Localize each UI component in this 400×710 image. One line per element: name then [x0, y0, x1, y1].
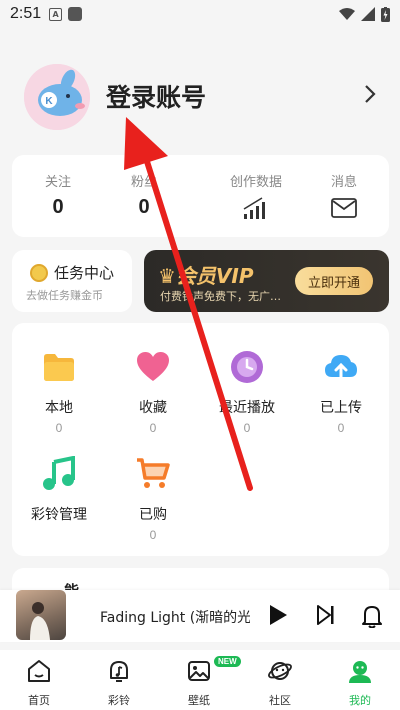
next-track-icon[interactable]	[316, 604, 336, 626]
tab-community[interactable]: 社区	[250, 658, 310, 708]
bottom-tab-bar: 首页 彩铃 壁纸 社区 我的	[0, 650, 400, 710]
tab-mine-label: 我的	[349, 694, 371, 707]
cover-figure-icon	[30, 602, 50, 640]
mascot-avatar-icon: K	[24, 64, 90, 130]
tab-ringtone-label: 彩铃	[108, 694, 130, 707]
music-note-icon	[43, 455, 75, 490]
task-center-card[interactable]: 任务中心 去做任务赚金币	[12, 250, 132, 312]
tab-ringtone[interactable]: 彩铃	[89, 658, 149, 708]
grid-label-favorites: 收藏	[139, 400, 167, 416]
bar-chart-icon	[243, 197, 265, 219]
grid-item-local[interactable]: 本地 0	[14, 349, 104, 435]
bell-icon[interactable]	[362, 604, 382, 628]
home-icon	[28, 660, 50, 682]
crown-icon: ♛	[158, 264, 176, 288]
stats-card: 关注 0 粉丝 0 创作数据 消息	[12, 155, 389, 237]
profile-header[interactable]: K 登录账号	[0, 58, 400, 138]
grid-count-uploaded: 0	[337, 421, 345, 435]
planet-icon	[268, 662, 292, 680]
task-center-title: 任务中心	[54, 264, 115, 282]
ringtone-icon	[110, 661, 128, 682]
following-count: 0	[52, 196, 64, 218]
fans-stat[interactable]: 粉丝 0	[126, 171, 162, 219]
vip-banner[interactable]: ♛会员VIP 付费铃声免费下，无广… 立即开通	[144, 250, 389, 312]
tab-community-label: 社区	[269, 694, 291, 707]
grid-count-purchased: 0	[149, 528, 157, 542]
vip-title: ♛会员VIP	[158, 264, 254, 288]
new-badge: NEW	[214, 656, 241, 667]
fans-count: 0	[138, 196, 150, 218]
library-grid-card: 本地 0 收藏 0 最近播放 0 已上传 0 彩铃管理 已购 0	[12, 323, 389, 556]
wifi-icon	[339, 8, 355, 20]
cart-icon	[137, 458, 170, 488]
tab-mine[interactable]: 我的	[330, 658, 390, 708]
grid-label-recent: 最近播放	[219, 400, 275, 416]
following-stat[interactable]: 关注 0	[40, 171, 76, 219]
status-time: 2:51	[10, 5, 42, 22]
mail-icon	[331, 198, 357, 218]
mini-player[interactable]: Fading Light (渐暗的光)-	[0, 590, 400, 642]
grid-item-favorites[interactable]: 收藏 0	[108, 349, 198, 435]
chevron-right-icon[interactable]	[364, 84, 376, 104]
battery-icon	[381, 6, 390, 22]
grid-item-purchased[interactable]: 已购 0	[108, 456, 198, 542]
profile-icon	[349, 661, 371, 683]
grid-count-favorites: 0	[149, 421, 157, 435]
message-label: 消息	[330, 175, 357, 190]
grid-item-ringtone-manage[interactable]: 彩铃管理	[14, 455, 104, 524]
creation-data-stat[interactable]: 创作数据	[226, 171, 286, 224]
heart-icon	[137, 352, 169, 381]
grid-label-local: 本地	[45, 400, 73, 416]
album-cover[interactable]	[16, 590, 66, 640]
svg-text:K: K	[45, 96, 53, 107]
tab-home[interactable]: 首页	[9, 658, 69, 708]
vip-open-button[interactable]: 立即开通	[295, 267, 373, 295]
avatar[interactable]: K	[24, 64, 90, 130]
grid-count-recent: 0	[243, 421, 251, 435]
folder-icon	[44, 354, 74, 381]
coin-icon	[30, 263, 48, 282]
now-playing-title[interactable]: Fading Light (渐暗的光)-	[100, 607, 250, 627]
notification-a-icon: A	[49, 7, 63, 21]
creation-data-label: 创作数据	[229, 175, 282, 190]
vip-subtitle: 付费铃声免费下，无广…	[160, 290, 281, 303]
grid-label-ringtone-manage: 彩铃管理	[31, 507, 87, 523]
task-center-subtitle: 去做任务赚金币	[26, 289, 103, 302]
grid-item-uploaded[interactable]: 已上传 0	[296, 349, 386, 435]
login-label[interactable]: 登录账号	[106, 78, 206, 114]
grid-label-purchased: 已购	[139, 507, 167, 523]
fans-label: 粉丝	[130, 175, 157, 190]
play-icon[interactable]	[268, 604, 288, 626]
clock-icon	[231, 351, 263, 383]
cloud-upload-icon	[325, 355, 357, 381]
tab-home-label: 首页	[28, 694, 50, 707]
grid-count-local: 0	[55, 421, 63, 435]
tab-wallpaper-label: 壁纸	[188, 694, 210, 707]
status-bar: 2:51 A	[0, 0, 400, 28]
grid-label-uploaded: 已上传	[320, 400, 362, 416]
grid-item-recent[interactable]: 最近播放 0	[202, 349, 292, 435]
message-stat[interactable]: 消息	[328, 171, 360, 222]
wallpaper-icon	[188, 661, 210, 681]
notification-app-icon	[68, 7, 83, 21]
signal-icon	[361, 7, 375, 21]
task-center-title-row: 任务中心	[30, 262, 114, 283]
following-label: 关注	[44, 175, 71, 190]
